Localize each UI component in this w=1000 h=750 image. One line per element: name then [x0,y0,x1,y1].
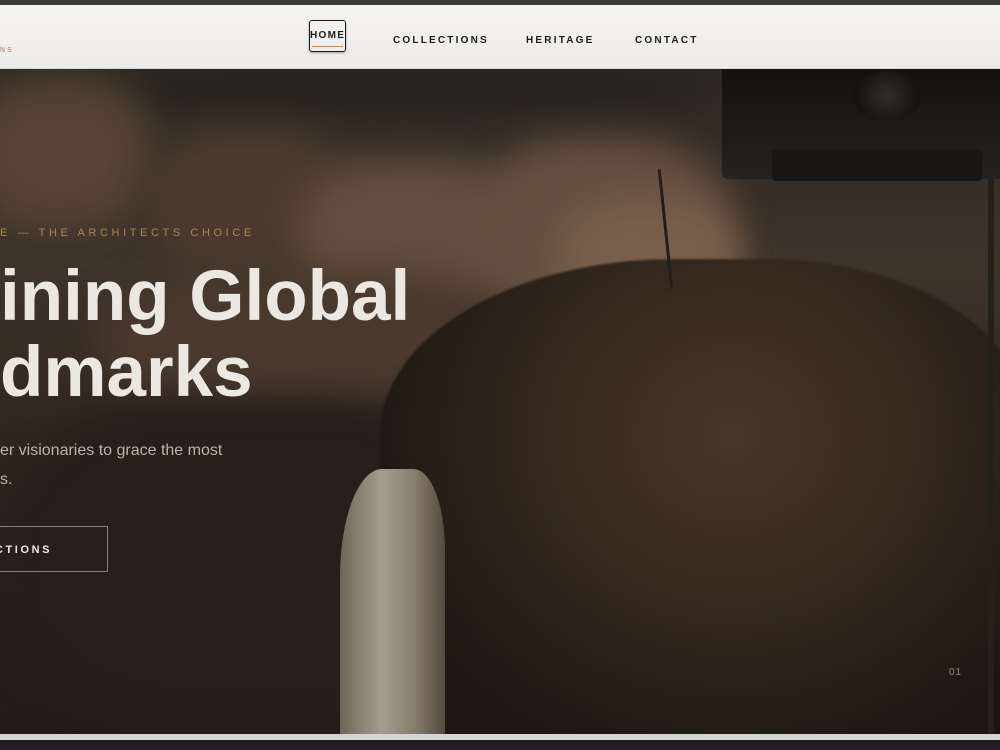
nav-heritage-link[interactable]: HERITAGE [526,27,595,55]
site-header: NS HOME COLLECTIONS HERITAGE CONTACT [0,5,1000,69]
slide-number: 01 [949,667,963,678]
nav-home-link[interactable]: HOME [309,20,346,52]
subtitle-line-2: s. [0,471,13,488]
hero-headline: ining Global dmarks [0,259,410,411]
hero-eyebrow: E — THE ARCHITECTS CHOICE [0,227,255,239]
headline-line-2: dmarks [0,333,253,412]
nav-collections-link[interactable]: COLLECTIONS [393,27,489,55]
next-section-edge [0,734,1000,750]
hero-subtitle: er visionaries to grace the most s. [0,436,222,494]
logo-subtext: NS [0,47,14,54]
view-collections-button[interactable]: ECTIONS [0,526,108,572]
cta-label: ECTIONS [0,544,53,556]
nav-contact-link[interactable]: CONTACT [635,27,699,55]
headline-line-1: ining Global [0,257,411,336]
hero-section: E — THE ARCHITECTS CHOICE ining Global d… [0,69,1000,734]
subtitle-line-1: er visionaries to grace the most [0,442,223,459]
